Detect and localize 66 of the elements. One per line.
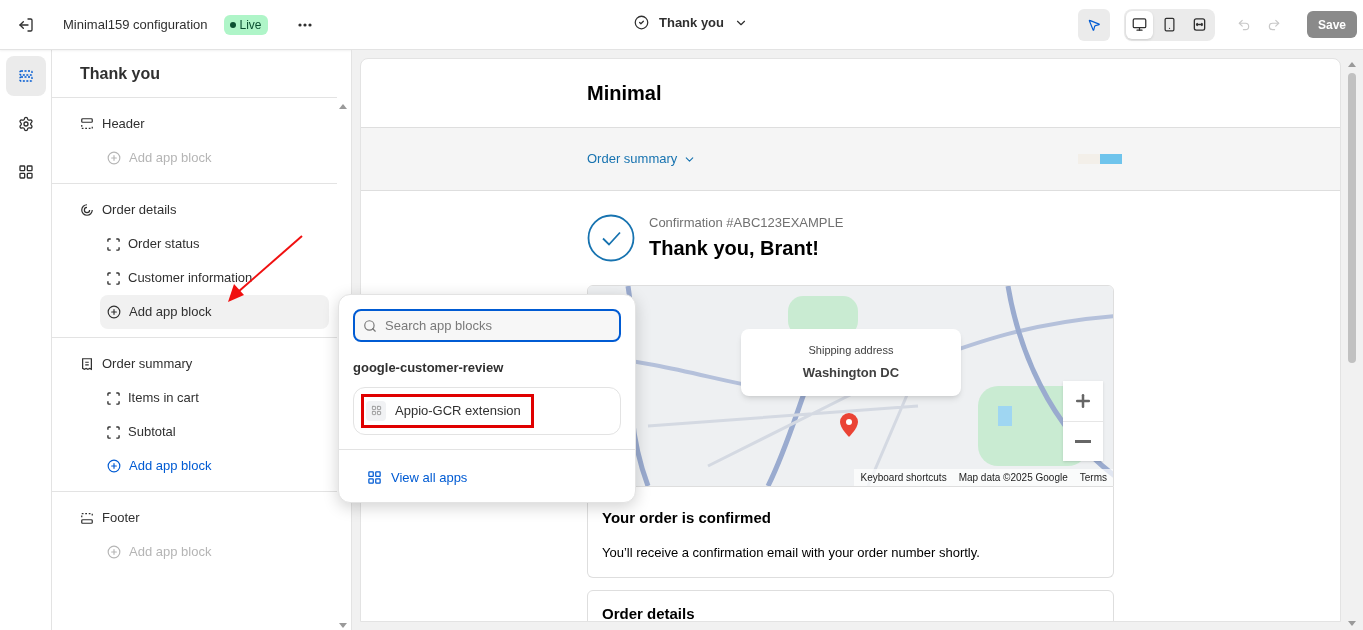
block-outline-icon bbox=[107, 425, 120, 439]
panel-title: Thank you bbox=[80, 63, 160, 84]
scroll-down-icon bbox=[339, 623, 347, 628]
store-name: Minimal bbox=[587, 81, 662, 106]
plus-circle-icon bbox=[107, 545, 121, 559]
plus-circle-icon bbox=[107, 459, 121, 473]
check-circle-icon bbox=[634, 15, 649, 31]
view-button[interactable] bbox=[1125, 10, 1153, 39]
scrollbar-thumb[interactable] bbox=[1348, 73, 1356, 363]
section-label[interactable]: Order summary bbox=[102, 354, 193, 374]
shipping-address-value: Washington DC bbox=[802, 363, 900, 382]
view-all-apps-link[interactable]: View all apps bbox=[353, 461, 468, 494]
mobile-icon bbox=[1161, 17, 1177, 32]
block-outline-icon bbox=[107, 271, 120, 285]
map-pin-icon bbox=[840, 412, 858, 437]
footer-layout-icon bbox=[80, 511, 94, 525]
full-width-icon bbox=[1191, 17, 1207, 32]
map-attribution-link[interactable]: Terms bbox=[1079, 469, 1107, 485]
inspector-cursor-icon bbox=[1086, 17, 1101, 32]
scroll-up-icon bbox=[1348, 62, 1356, 67]
app-block-option[interactable]: Appio-GCR extension bbox=[353, 386, 621, 435]
page-selector[interactable]: Thank you bbox=[634, 13, 748, 33]
map-attribution-link[interactable]: Map data ©2025 Google bbox=[958, 469, 1068, 485]
apps-icon bbox=[17, 164, 34, 180]
confirmation-number: Confirmation #ABC123EXAMPLE bbox=[649, 214, 844, 232]
desktop-icon bbox=[1131, 17, 1147, 32]
app-icon bbox=[370, 405, 382, 416]
block-item[interactable]: Items in cart bbox=[100, 381, 329, 415]
block-item[interactable]: Subtotal bbox=[100, 415, 329, 449]
plus-circle-icon bbox=[107, 151, 121, 165]
order-summary-toggle[interactable]: Order summary bbox=[587, 149, 697, 169]
scroll-up-icon bbox=[339, 104, 347, 109]
configuration-title: Minimal159 configuration bbox=[63, 15, 208, 34]
block-outline-icon bbox=[107, 237, 120, 251]
minus-icon bbox=[1075, 439, 1091, 443]
section-label[interactable]: Footer bbox=[102, 508, 140, 528]
price-placeholder-drawing bbox=[1078, 154, 1122, 164]
status-badge: Live bbox=[223, 14, 268, 35]
receipt-icon bbox=[80, 357, 94, 371]
check-circle-icon bbox=[587, 213, 635, 262]
header-layout-icon bbox=[80, 117, 94, 131]
block-item[interactable]: Customer information bbox=[100, 261, 329, 295]
block-outline-icon bbox=[107, 391, 120, 405]
section-label[interactable]: Order details bbox=[102, 200, 177, 220]
section-label[interactable]: Header bbox=[102, 114, 145, 134]
sections-icon bbox=[17, 68, 34, 84]
settings-icon bbox=[17, 116, 34, 132]
block-item[interactable]: Order status bbox=[100, 227, 329, 261]
card-text: You’ll receive a confirmation email with your order number shortly. bbox=[602, 544, 981, 562]
card-title: Order details bbox=[602, 603, 696, 621]
card-title: Your order is confirmed bbox=[602, 507, 772, 528]
apps-icon bbox=[367, 470, 382, 485]
add-app-block-item[interactable]: Add app block bbox=[100, 295, 329, 329]
thank-you-heading: Thank you, Brant! bbox=[649, 235, 820, 261]
inspector-button[interactable] bbox=[1077, 8, 1110, 41]
search-field[interactable]: Search app blocks bbox=[353, 309, 621, 342]
map-attribution-link[interactable]: Keyboard shortcuts bbox=[860, 469, 947, 485]
search-icon bbox=[363, 319, 377, 333]
app-group-label: google-customer-review bbox=[353, 359, 505, 377]
shipping-address-label: Shipping address bbox=[808, 343, 894, 358]
scroll-down-icon bbox=[1348, 621, 1356, 626]
exit-icon bbox=[18, 16, 34, 33]
app-name: Appio-GCR extension bbox=[395, 401, 521, 420]
more-icon bbox=[297, 22, 312, 27]
plus-circle-icon bbox=[107, 305, 121, 319]
add-app-block-item[interactable]: Add app block bbox=[100, 449, 329, 483]
